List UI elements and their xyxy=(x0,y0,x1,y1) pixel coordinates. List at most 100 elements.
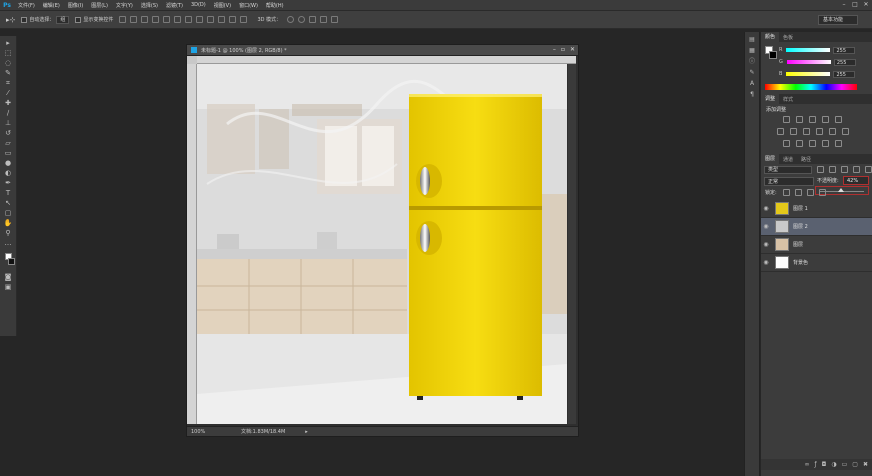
tab-layers[interactable]: 图层 xyxy=(761,154,780,164)
menu-image[interactable]: 图像(I) xyxy=(64,2,87,9)
dodge-tool-icon[interactable]: ◐ xyxy=(3,169,14,177)
lock-transparency-icon[interactable] xyxy=(783,189,790,196)
3d-pan-icon[interactable] xyxy=(309,16,317,23)
vibrance-icon[interactable] xyxy=(835,116,842,123)
selective-color-icon[interactable] xyxy=(835,140,842,147)
canvas[interactable] xyxy=(197,64,567,424)
properties-icon[interactable]: ▦ xyxy=(748,47,756,55)
posterize-icon[interactable] xyxy=(796,140,803,147)
green-slider[interactable]: G 255 xyxy=(779,58,869,66)
history-icon[interactable]: ▤ xyxy=(748,36,756,44)
visibility-eye-icon[interactable]: ◉ xyxy=(761,241,771,248)
color-spectrum[interactable] xyxy=(765,84,857,90)
doc-close-icon[interactable]: ✕ xyxy=(570,46,575,53)
threshold-icon[interactable] xyxy=(809,140,816,147)
red-value[interactable]: 255 xyxy=(833,46,856,54)
menu-window[interactable]: 窗口(W) xyxy=(235,2,262,9)
tab-styles[interactable]: 样式 xyxy=(779,96,797,103)
tab-paths[interactable]: 路径 xyxy=(797,156,815,163)
layer-row[interactable]: ◉ 图层 1 xyxy=(761,200,872,218)
distribute-top-icon[interactable] xyxy=(185,16,193,23)
invert-icon[interactable] xyxy=(783,140,790,147)
color-balance-icon[interactable] xyxy=(790,128,797,135)
close-icon[interactable]: ✕ xyxy=(862,1,870,9)
zoom-tool-icon[interactable]: ⚲ xyxy=(3,229,14,237)
distribute-center-icon[interactable] xyxy=(229,16,237,23)
document-title-bar[interactable]: 未标题-1 @ 100% (图层 2, RGB/8) * – ▫ ✕ xyxy=(187,45,578,56)
path-select-tool-icon[interactable]: ↖ xyxy=(3,199,14,207)
3d-slide-icon[interactable] xyxy=(320,16,328,23)
curves-icon[interactable] xyxy=(809,116,816,123)
green-value[interactable]: 255 xyxy=(833,58,856,66)
align-bottom-icon[interactable] xyxy=(141,16,149,23)
channel-mixer-icon[interactable] xyxy=(829,128,836,135)
maximize-icon[interactable]: □ xyxy=(851,1,859,9)
eraser-tool-icon[interactable]: ▱ xyxy=(3,139,14,147)
add-mask-icon[interactable]: ◘ xyxy=(822,461,827,468)
distribute-right-icon[interactable] xyxy=(240,16,248,23)
new-group-icon[interactable]: ▭ xyxy=(842,461,848,468)
distribute-bottom-icon[interactable] xyxy=(207,16,215,23)
filter-adjust-icon[interactable] xyxy=(829,166,836,173)
pen-tool-icon[interactable]: ✒ xyxy=(3,179,14,187)
hand-tool-icon[interactable]: ✋ xyxy=(3,219,14,227)
character-icon[interactable]: A xyxy=(748,80,756,88)
blend-mode-dropdown[interactable]: 正常 xyxy=(764,177,814,186)
menu-select[interactable]: 选择(S) xyxy=(137,2,162,9)
zoom-level[interactable]: 100% xyxy=(191,429,219,435)
fx-icon[interactable]: ƒ xyxy=(815,461,817,468)
3d-rotate-icon[interactable] xyxy=(287,16,295,23)
tab-color[interactable]: 颜色 xyxy=(761,32,780,42)
align-right-icon[interactable] xyxy=(174,16,182,23)
brush-tool-icon[interactable]: ∕ xyxy=(3,109,14,117)
link-layers-icon[interactable]: ∞ xyxy=(805,461,810,468)
menu-3d[interactable]: 3D(D) xyxy=(187,2,210,8)
opacity-field[interactable]: 42% xyxy=(843,176,869,185)
hue-saturation-icon[interactable] xyxy=(777,128,784,135)
blue-slider[interactable]: B 255 xyxy=(779,70,869,78)
photo-filter-icon[interactable] xyxy=(816,128,823,135)
horizontal-ruler[interactable] xyxy=(197,56,576,64)
shape-tool-icon[interactable]: ▢ xyxy=(3,209,14,217)
color-lookup-icon[interactable] xyxy=(842,128,849,135)
tab-adjustments[interactable]: 调整 xyxy=(761,94,780,104)
filter-smart-icon[interactable] xyxy=(865,166,872,173)
lock-position-icon[interactable] xyxy=(807,189,814,196)
workspace-dropdown[interactable]: 基本功能 xyxy=(818,15,858,25)
menu-layer[interactable]: 图层(L) xyxy=(87,2,112,9)
levels-icon[interactable] xyxy=(796,116,803,123)
lock-all-icon[interactable] xyxy=(819,189,826,196)
align-center-icon[interactable] xyxy=(163,16,171,23)
menu-help[interactable]: 帮助(H) xyxy=(262,2,288,9)
eyedropper-tool-icon[interactable]: ⁄ xyxy=(3,89,14,97)
healing-tool-icon[interactable]: ✚ xyxy=(3,99,14,107)
menu-filter[interactable]: 滤镜(T) xyxy=(162,2,187,9)
paragraph-icon[interactable]: ¶ xyxy=(748,91,756,99)
new-layer-icon[interactable]: ▢ xyxy=(852,461,858,468)
delete-layer-icon[interactable]: ✖ xyxy=(863,461,868,468)
layer-kind-filter[interactable]: 类型 xyxy=(764,166,812,174)
menu-type[interactable]: 文字(Y) xyxy=(112,2,137,9)
tab-channels[interactable]: 通道 xyxy=(779,156,797,163)
gradient-tool-icon[interactable]: ▭ xyxy=(3,149,14,157)
vertical-scrollbar[interactable] xyxy=(568,64,576,424)
menu-file[interactable]: 文件(F) xyxy=(14,2,39,9)
blur-tool-icon[interactable]: ● xyxy=(3,159,14,167)
color-bg-swatch[interactable] xyxy=(769,51,777,59)
status-arrow-icon[interactable]: ▸ xyxy=(305,429,308,435)
visibility-eye-icon[interactable]: ◉ xyxy=(761,223,771,230)
filter-pixel-icon[interactable] xyxy=(817,166,824,173)
lock-pixels-icon[interactable] xyxy=(795,189,802,196)
vertical-ruler[interactable] xyxy=(187,64,197,424)
doc-minimize-icon[interactable]: – xyxy=(553,46,556,53)
more-tools-icon[interactable]: … xyxy=(3,239,14,247)
brush-presets-icon[interactable]: ✎ xyxy=(748,69,756,77)
move-tool-icon[interactable]: ▸⊹ xyxy=(6,16,15,24)
new-adjustment-icon[interactable]: ◑ xyxy=(831,461,836,468)
doc-restore-icon[interactable]: ▫ xyxy=(561,46,565,53)
marquee-tool-icon[interactable]: ⬚ xyxy=(3,49,14,57)
3d-roll-icon[interactable] xyxy=(298,16,306,23)
menu-edit[interactable]: 编辑(E) xyxy=(39,2,64,9)
lasso-tool-icon[interactable]: ◌ xyxy=(3,59,14,67)
opacity-slider-thumb[interactable] xyxy=(838,188,844,192)
